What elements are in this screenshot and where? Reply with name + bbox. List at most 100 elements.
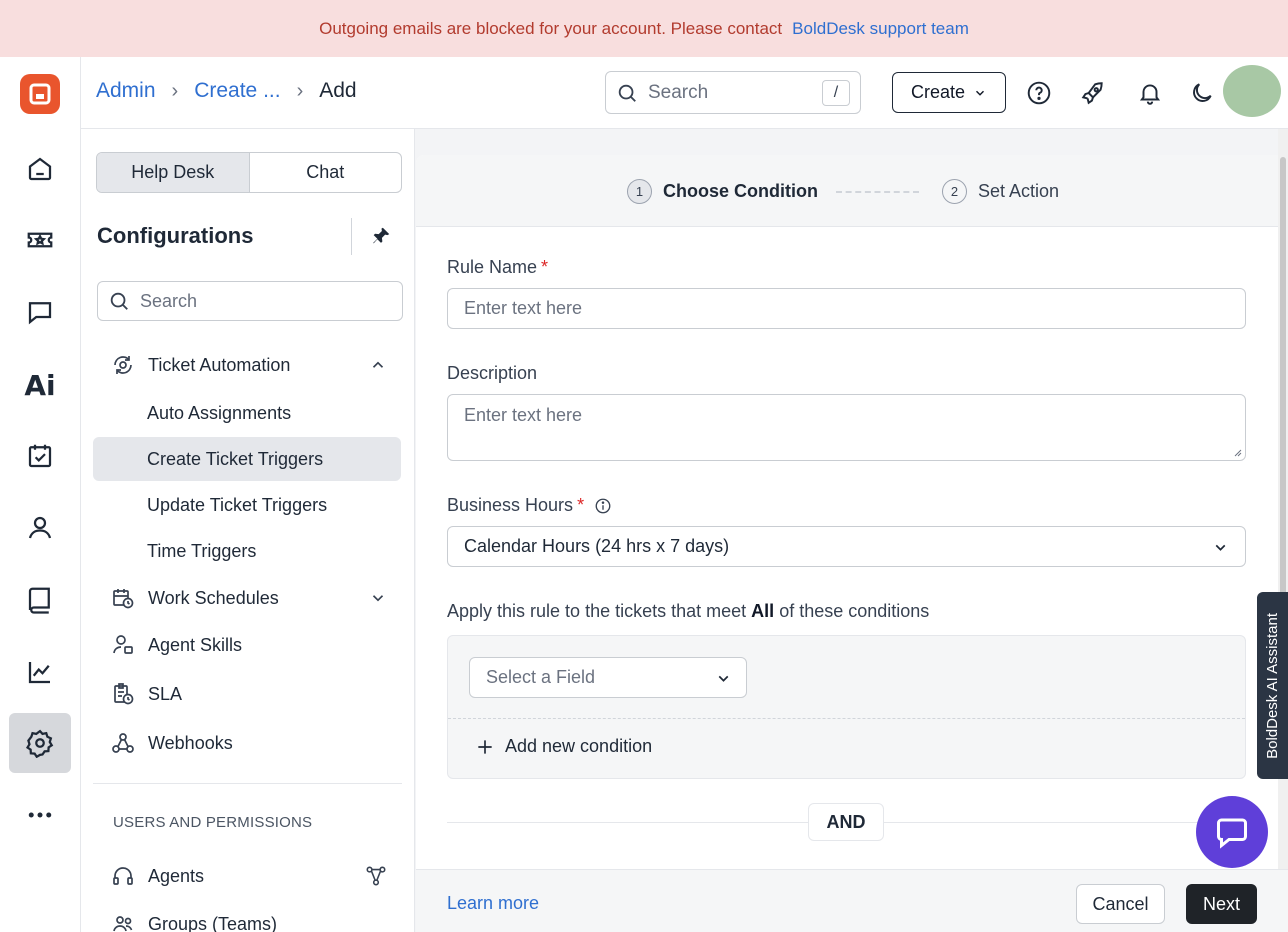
ai-assistant-tab[interactable]: BoldDesk AI Assistant — [1257, 592, 1288, 779]
learn-more-link[interactable]: Learn more — [447, 893, 539, 914]
chat-widget-button[interactable] — [1196, 796, 1268, 868]
rule-name-placeholder: Enter text here — [464, 298, 583, 318]
divider — [448, 718, 1245, 719]
chevron-down-icon — [1215, 544, 1226, 551]
add-condition-label: Add new condition — [505, 736, 653, 756]
ticket-icon[interactable] — [9, 210, 71, 270]
groups-icon — [110, 911, 136, 932]
next-button[interactable]: Next — [1186, 884, 1257, 924]
search-shortcut-badge: / — [822, 80, 850, 106]
home-icon[interactable] — [9, 139, 71, 199]
dark-mode-icon[interactable] — [1186, 77, 1218, 109]
conditions-box: Select a Field Add new condition — [447, 635, 1246, 779]
stepper: 1 Choose Condition 2 Set Action — [416, 155, 1278, 227]
rule-name-input[interactable]: Enter text here — [447, 288, 1246, 329]
sidebar-item-groups[interactable]: Groups (Teams) — [93, 902, 401, 932]
sidebar-item-agent-skills[interactable]: Agent Skills — [93, 623, 401, 667]
sidebar-item-auto-assignments[interactable]: Auto Assignments — [93, 391, 401, 435]
global-search-input[interactable]: Search / — [605, 71, 861, 114]
support-team-link[interactable]: BoldDesk support team — [792, 19, 969, 39]
select-field-placeholder: Select a Field — [486, 667, 596, 687]
sidebar-search-input[interactable]: Search — [97, 281, 403, 321]
chevron-down-icon[interactable] — [369, 589, 387, 607]
create-button[interactable]: Create — [892, 72, 1006, 113]
sidebar-item-label: Agents — [148, 865, 205, 886]
bell-icon[interactable] — [1134, 77, 1166, 109]
description-placeholder: Enter text here — [464, 405, 583, 425]
divider — [93, 783, 402, 784]
org-chart-icon[interactable] — [365, 865, 387, 887]
ai-icon[interactable]: Ai — [9, 355, 71, 415]
label-text: Rule Name — [447, 257, 538, 277]
info-icon[interactable] — [594, 497, 612, 515]
section-heading: USERS AND PERMISSIONS — [113, 814, 313, 831]
breadcrumb-separator-icon: › — [171, 79, 179, 102]
sidebar-item-create-ticket-triggers[interactable]: Create Ticket Triggers — [93, 437, 401, 481]
more-icon[interactable] — [9, 785, 71, 845]
business-hours-value: Calendar Hours (24 hrs x 7 days) — [464, 536, 730, 556]
ai-assistant-label: BoldDesk AI Assistant — [1264, 612, 1281, 759]
reports-icon[interactable] — [9, 642, 71, 702]
plus-icon — [478, 739, 492, 754]
avatar[interactable] — [1223, 65, 1281, 117]
sidebar-item-agents[interactable]: Agents — [93, 854, 401, 898]
sidebar-item-label: Groups (Teams) — [148, 913, 278, 932]
sidebar-item-label: Webhooks — [148, 732, 233, 753]
chevron-down-icon — [718, 675, 729, 682]
required-mark: * — [577, 495, 585, 515]
step-label: Choose Condition — [663, 181, 818, 201]
knowledge-base-icon[interactable] — [9, 570, 71, 630]
rule-name-label: Rule Name * — [447, 257, 548, 278]
breadcrumb-create-triggers[interactable]: Create ... — [194, 79, 280, 103]
rocket-icon[interactable] — [1077, 77, 1109, 109]
sidebar-item-ticket-automation[interactable]: Ticket Automation — [93, 343, 401, 387]
business-hours-select[interactable]: Calendar Hours (24 hrs x 7 days) — [447, 526, 1246, 567]
sidebar-item-label: SLA — [148, 683, 183, 704]
hint-prefix: Apply this rule to the tickets that meet — [447, 601, 747, 621]
pin-icon[interactable] — [370, 225, 392, 252]
sidebar-item-webhooks[interactable]: Webhooks — [93, 721, 401, 765]
help-icon[interactable] — [1023, 77, 1055, 109]
breadcrumb-admin[interactable]: Admin — [96, 79, 156, 103]
config-sidebar: Help Desk Chat Configurations Search Tic… — [81, 129, 415, 932]
label-text: Description — [447, 363, 538, 383]
breadcrumb: Admin › Create ... › Add — [96, 79, 357, 103]
divider — [351, 218, 352, 255]
sidebar-item-work-schedules[interactable]: Work Schedules — [93, 576, 401, 620]
step-set-action[interactable]: 2 Set Action — [942, 179, 1059, 204]
add-condition-button[interactable]: Add new condition — [475, 736, 652, 757]
chevron-down-icon — [976, 90, 985, 96]
top-bar: Admin › Create ... › Add Search / Create — [81, 57, 1288, 129]
tab-chat[interactable]: Chat — [250, 153, 402, 192]
trigger-form-panel: 1 Choose Condition 2 Set Action Rule Nam… — [416, 155, 1278, 932]
chat-icon[interactable] — [9, 282, 71, 342]
step-label: Set Action — [978, 181, 1060, 201]
step-connector — [836, 191, 919, 193]
conditions-hint: Apply this rule to the tickets that meet… — [447, 601, 929, 622]
breadcrumb-separator-icon: › — [296, 79, 304, 102]
resize-handle-icon[interactable] — [1232, 447, 1242, 457]
sidebar-item-time-triggers[interactable]: Time Triggers — [93, 529, 401, 573]
create-label: Create — [910, 82, 966, 102]
tasks-icon[interactable] — [9, 426, 71, 486]
contacts-icon[interactable] — [9, 498, 71, 558]
step-number: 1 — [627, 179, 652, 204]
agent-skill-icon — [110, 632, 136, 658]
description-textarea[interactable]: Enter text here — [447, 394, 1246, 461]
select-field-dropdown[interactable]: Select a Field — [469, 657, 747, 698]
sidebar-title: Configurations — [97, 223, 254, 248]
settings-icon[interactable] — [9, 713, 71, 773]
sidebar-item-sla[interactable]: SLA — [93, 672, 401, 716]
sidebar-item-update-ticket-triggers[interactable]: Update Ticket Triggers — [93, 483, 401, 527]
brand-logo-icon[interactable] — [20, 74, 60, 114]
alert-banner: Outgoing emails are blocked for your acc… — [0, 0, 1288, 57]
sidebar-item-label: Agent Skills — [148, 634, 243, 655]
cancel-button[interactable]: Cancel — [1076, 884, 1165, 924]
tab-help-desk[interactable]: Help Desk — [97, 153, 250, 192]
chevron-up-icon[interactable] — [369, 356, 387, 374]
sla-icon — [110, 681, 136, 707]
step-choose-condition[interactable]: 1 Choose Condition — [627, 179, 818, 204]
step-number: 2 — [942, 179, 967, 204]
match-mode: All — [751, 601, 775, 621]
business-hours-label: Business Hours * — [447, 495, 612, 516]
